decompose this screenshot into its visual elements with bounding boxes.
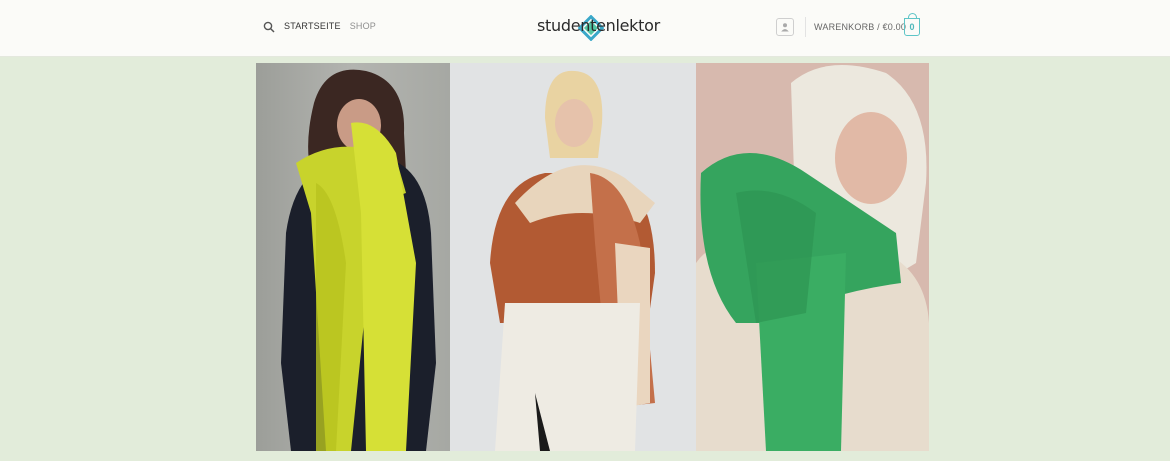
header-divider [805,17,806,37]
main-navigation: STARTSEITE SHOP [263,20,385,33]
woman-green-scarf-photo [696,63,929,451]
cart-count-badge[interactable]: 0 [904,13,920,36]
woman-yellow-scarf-photo [256,63,450,451]
site-logo[interactable]: studentenlektor [537,13,660,43]
search-icon[interactable] [263,20,275,33]
woman-rust-scarf-photo [450,63,696,451]
logo-text: studentenlektor [537,16,660,35]
hero-banner [256,63,929,451]
nav-link-shop[interactable]: SHOP [350,21,376,31]
user-icon [781,23,789,32]
account-button[interactable] [776,18,794,36]
cart-link[interactable]: WARENKORB / €0.00 [814,22,906,32]
nav-link-startseite[interactable]: STARTSEITE [284,21,341,31]
site-header: STARTSEITE SHOP studentenlektor WARENKOR… [0,0,1170,57]
